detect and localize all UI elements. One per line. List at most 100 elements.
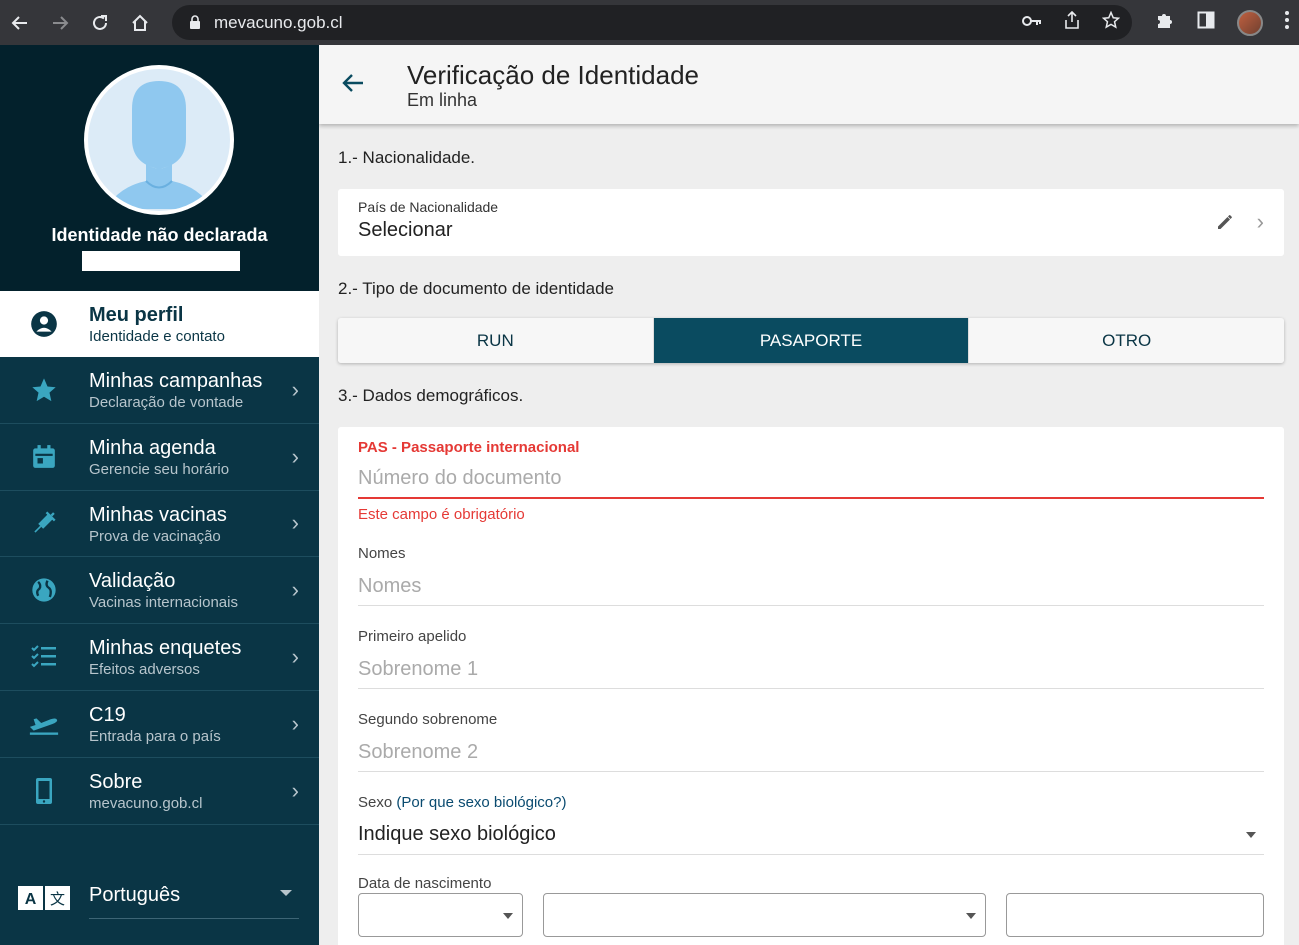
sidebar-item-surveys[interactable]: Minhas enquetes Efeitos adversos › xyxy=(0,624,319,691)
more-vert-icon[interactable] xyxy=(1285,11,1289,34)
page-subtitle: Em linha xyxy=(407,90,478,110)
chevron-right-icon: › xyxy=(291,644,299,670)
avatar xyxy=(84,65,234,215)
syringe-icon xyxy=(28,507,60,539)
profile-avatar-icon[interactable] xyxy=(1237,9,1263,36)
dropdown-caret-icon xyxy=(503,913,513,919)
second-surname-input[interactable]: Sobrenome 2 xyxy=(358,741,1264,764)
star-icon[interactable] xyxy=(1101,10,1121,34)
document-number-input[interactable]: Número do documento xyxy=(358,467,1264,490)
sidebar: Identidade não declarada Meu perfil Iden… xyxy=(0,45,319,945)
redacted-id-field xyxy=(82,251,240,271)
sidebar-item-c19[interactable]: C19 Entrada para o país › xyxy=(0,691,319,758)
forward-arrow-icon[interactable] xyxy=(40,0,80,45)
sidebar-item-subtitle: Prova de vacinação xyxy=(89,527,221,545)
second-surname-underline xyxy=(358,771,1264,772)
dropdown-caret-icon xyxy=(280,890,292,896)
dob-year-input[interactable] xyxy=(1006,893,1264,937)
sidebar-item-subtitle: Identidade e contato xyxy=(89,328,225,345)
chevron-right-icon: › xyxy=(291,376,299,402)
sex-label-text: Sexo xyxy=(358,794,393,811)
nationality-label: País de Nacionalidade xyxy=(358,199,499,215)
sidebar-item-title: Validação xyxy=(89,570,176,593)
second-surname-label: Segundo sobrenome xyxy=(358,711,498,728)
address-bar[interactable]: mevacuno.gob.cl xyxy=(172,5,1132,40)
chevron-right-icon: › xyxy=(1256,209,1264,234)
sidebar-item-title: Meu perfil xyxy=(89,304,184,326)
doc-type-option-passport[interactable]: PASAPORTE xyxy=(653,318,970,363)
person-silhouette-icon xyxy=(106,81,212,209)
sidebar-item-vaccines[interactable]: Minhas vacinas Prova de vacinação › xyxy=(0,491,319,558)
browser-toolbar: mevacuno.gob.cl xyxy=(0,0,1299,45)
dob-month-select[interactable] xyxy=(543,893,986,937)
sidebar-item-subtitle: mevacuno.gob.cl xyxy=(89,794,203,812)
divider xyxy=(89,918,299,919)
sidebar-item-subtitle: Gerencie seu horário xyxy=(89,460,230,478)
star-icon xyxy=(28,374,60,406)
airplane-takeoff-icon xyxy=(28,708,60,740)
chevron-right-icon: › xyxy=(291,710,299,736)
share-icon[interactable] xyxy=(1064,10,1080,34)
sidebar-item-about[interactable]: Sobre mevacuno.gob.cl › xyxy=(0,758,319,825)
dropdown-caret-icon xyxy=(1246,832,1256,838)
chevron-right-icon: › xyxy=(291,510,299,536)
sidebar-item-title: Minha agenda xyxy=(89,436,216,459)
profile-panel: Identidade não declarada xyxy=(0,45,319,291)
document-number-error: Este campo é obrigatório xyxy=(358,506,525,523)
reload-icon[interactable] xyxy=(80,0,120,45)
names-underline xyxy=(358,605,1264,606)
svg-text:文: 文 xyxy=(50,890,65,908)
chevron-right-icon: › xyxy=(291,577,299,603)
sex-underline xyxy=(358,854,1264,855)
sidebar-item-subtitle: Vacinas internacionais xyxy=(89,594,238,612)
dob-day-select[interactable] xyxy=(358,893,523,937)
sidebar-item-subtitle: Entrada para o país xyxy=(89,727,221,745)
sidebar-item-title: Sobre xyxy=(89,770,143,793)
chevron-right-icon: › xyxy=(291,443,299,469)
first-surname-label: Primeiro apelido xyxy=(358,628,467,645)
document-number-underline xyxy=(358,497,1264,499)
back-arrow-icon[interactable] xyxy=(0,0,40,45)
doc-type-option-other[interactable]: OTRO xyxy=(969,318,1284,363)
sidebar-item-title: C19 xyxy=(89,703,126,726)
sex-select[interactable]: Indique sexo biológico xyxy=(358,823,556,846)
doc-type-option-run[interactable]: RUN xyxy=(338,318,654,363)
first-surname-underline xyxy=(358,688,1264,689)
sidebar-item-subtitle: Declaração de vontade xyxy=(89,394,244,411)
names-label: Nomes xyxy=(358,545,406,562)
nationality-selector[interactable]: País de Nacionalidade Selecionar › xyxy=(338,189,1284,256)
sidebar-item-title: Minhas campanhas xyxy=(89,370,263,392)
key-icon[interactable] xyxy=(1022,14,1042,32)
sidebar-item-title: Minhas enquetes xyxy=(89,637,242,660)
nationality-value: Selecionar xyxy=(358,219,453,241)
dropdown-caret-icon xyxy=(966,913,976,919)
extensions-icon[interactable] xyxy=(1155,10,1175,35)
home-icon[interactable] xyxy=(120,0,160,45)
sidebar-item-agenda[interactable]: Minha agenda Gerencie seu horário › xyxy=(0,424,319,491)
first-surname-input[interactable]: Sobrenome 1 xyxy=(358,658,1264,681)
side-panel-icon[interactable] xyxy=(1197,11,1215,34)
sidebar-item-campaigns[interactable]: Minhas campanhas Declaração de vontade › xyxy=(0,357,319,424)
account-circle-icon xyxy=(28,308,60,340)
translate-icon: A文 xyxy=(18,886,70,915)
checklist-icon xyxy=(28,641,60,673)
sidebar-item-profile[interactable]: Meu perfil Identidade e contato xyxy=(0,291,319,357)
pencil-icon[interactable] xyxy=(1216,213,1234,236)
url-text: mevacuno.gob.cl xyxy=(214,12,343,32)
section-heading-document-type: 2.- Tipo de documento de identidade xyxy=(338,279,614,298)
profile-name: Identidade não declarada xyxy=(51,225,268,245)
sidebar-item-subtitle: Efeitos adversos xyxy=(89,661,200,679)
document-number-label: PAS - Passaporte internacional xyxy=(358,439,580,456)
language-selector[interactable]: A文 Português xyxy=(0,870,319,920)
names-input[interactable]: Nomes xyxy=(358,575,1264,598)
language-label: Português xyxy=(89,884,181,906)
globe-icon xyxy=(28,574,60,606)
sex-info-link[interactable]: (Por que sexo biológico?) xyxy=(396,794,566,811)
lock-icon xyxy=(188,15,202,31)
back-arrow-icon[interactable] xyxy=(341,72,365,99)
sex-label: Sexo (Por que sexo biológico?) xyxy=(358,794,566,811)
sidebar-item-validation[interactable]: Validação Vacinas internacionais › xyxy=(0,557,319,625)
page-header: Verificação de Identidade Em linha xyxy=(319,45,1299,124)
dob-label: Data de nascimento xyxy=(358,875,492,892)
demographics-form: PAS - Passaporte internacional Número do… xyxy=(338,427,1284,945)
